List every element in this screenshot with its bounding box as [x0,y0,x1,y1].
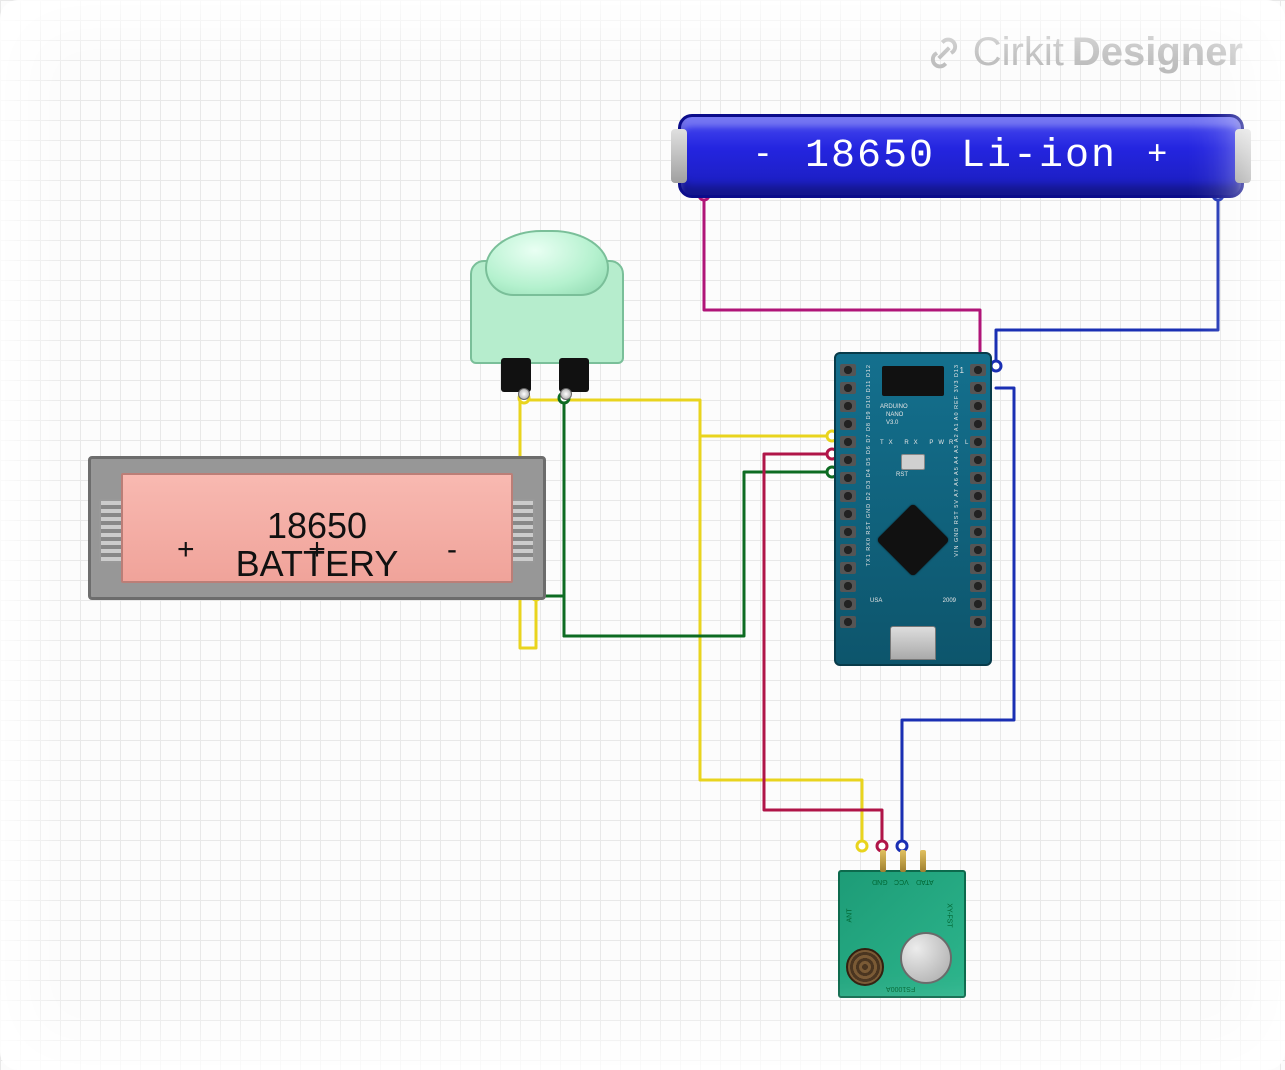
holder-label: 18650 BATTERY [123,507,511,583]
rf-header-pins [880,850,926,872]
nano-rst-label: RST [896,472,908,478]
nano-led-labels: TX RX PWR L [880,440,973,446]
watermark-brand: Cirkit [973,30,1064,75]
rf-pin-gnd: GND [872,878,888,885]
liion-cap-negative [671,129,687,183]
liion-label: - 18650 Li-ion + [753,134,1170,179]
nano-icsp-header [882,366,944,396]
component-battery-holder[interactable]: + + - 18650 BATTERY [88,456,546,600]
rf-crystal [900,932,952,984]
component-rf-transmitter[interactable]: GND VCC ATAD FS1000A XY-FST ANT [838,870,966,998]
liion-text: 18650 Li-ion [805,134,1117,179]
arcade-feet [501,358,589,392]
holder-cell: + + - 18650 BATTERY [121,473,513,583]
link-icon [923,32,965,74]
nano-footer-left: USA [870,598,882,604]
nano-silk-ver: V3.0 [886,420,898,426]
liion-cap-positive [1235,129,1251,183]
watermark-product: Designer [1072,30,1243,75]
rf-pin-data: ATAD [916,878,934,885]
nano-pinrow-right [970,364,986,628]
liion-plus: + [1147,137,1169,175]
component-arduino-nano[interactable]: ARDUINO NANO V3.0 RST USA 2009 1 TX1 RX0… [834,352,992,666]
nano-right-pin-labels: VIN GND RST 5V A7 A6 A5 A4 A3 A2 A1 A0 R… [948,364,966,557]
holder-label-line1: 18650 [267,505,367,546]
watermark-logo: Cirkit Designer [923,30,1243,75]
nano-pinrow-left [840,364,856,628]
rf-pin-vcc: VCC [894,878,909,885]
nano-silk-title: ARDUINO [880,404,908,410]
nano-usb-port [890,626,936,660]
nano-mcu-chip [876,503,950,577]
liion-minus: - [753,137,775,175]
rf-coil-inductor [846,948,884,986]
arcade-pin-right [560,388,572,400]
rf-board-label: FS1000A [886,985,915,992]
holder-label-line2: BATTERY [236,543,399,584]
arcade-pin-left [518,388,530,400]
rf-side-label: XY-FST [945,903,952,927]
component-arcade-button[interactable] [460,230,630,390]
nano-left-pin-labels: TX1 RX0 RST GND D2 D3 D4 D5 D6 D7 D8 D9 … [860,364,878,566]
arcade-dome [485,230,609,296]
nano-reset-button [901,454,925,470]
nano-footer-right: 2009 [943,598,956,604]
nano-silk-sub: NANO [886,412,903,418]
component-liion-battery[interactable]: - 18650 Li-ion + [678,114,1244,198]
rf-ant-label: ANT [847,909,854,923]
